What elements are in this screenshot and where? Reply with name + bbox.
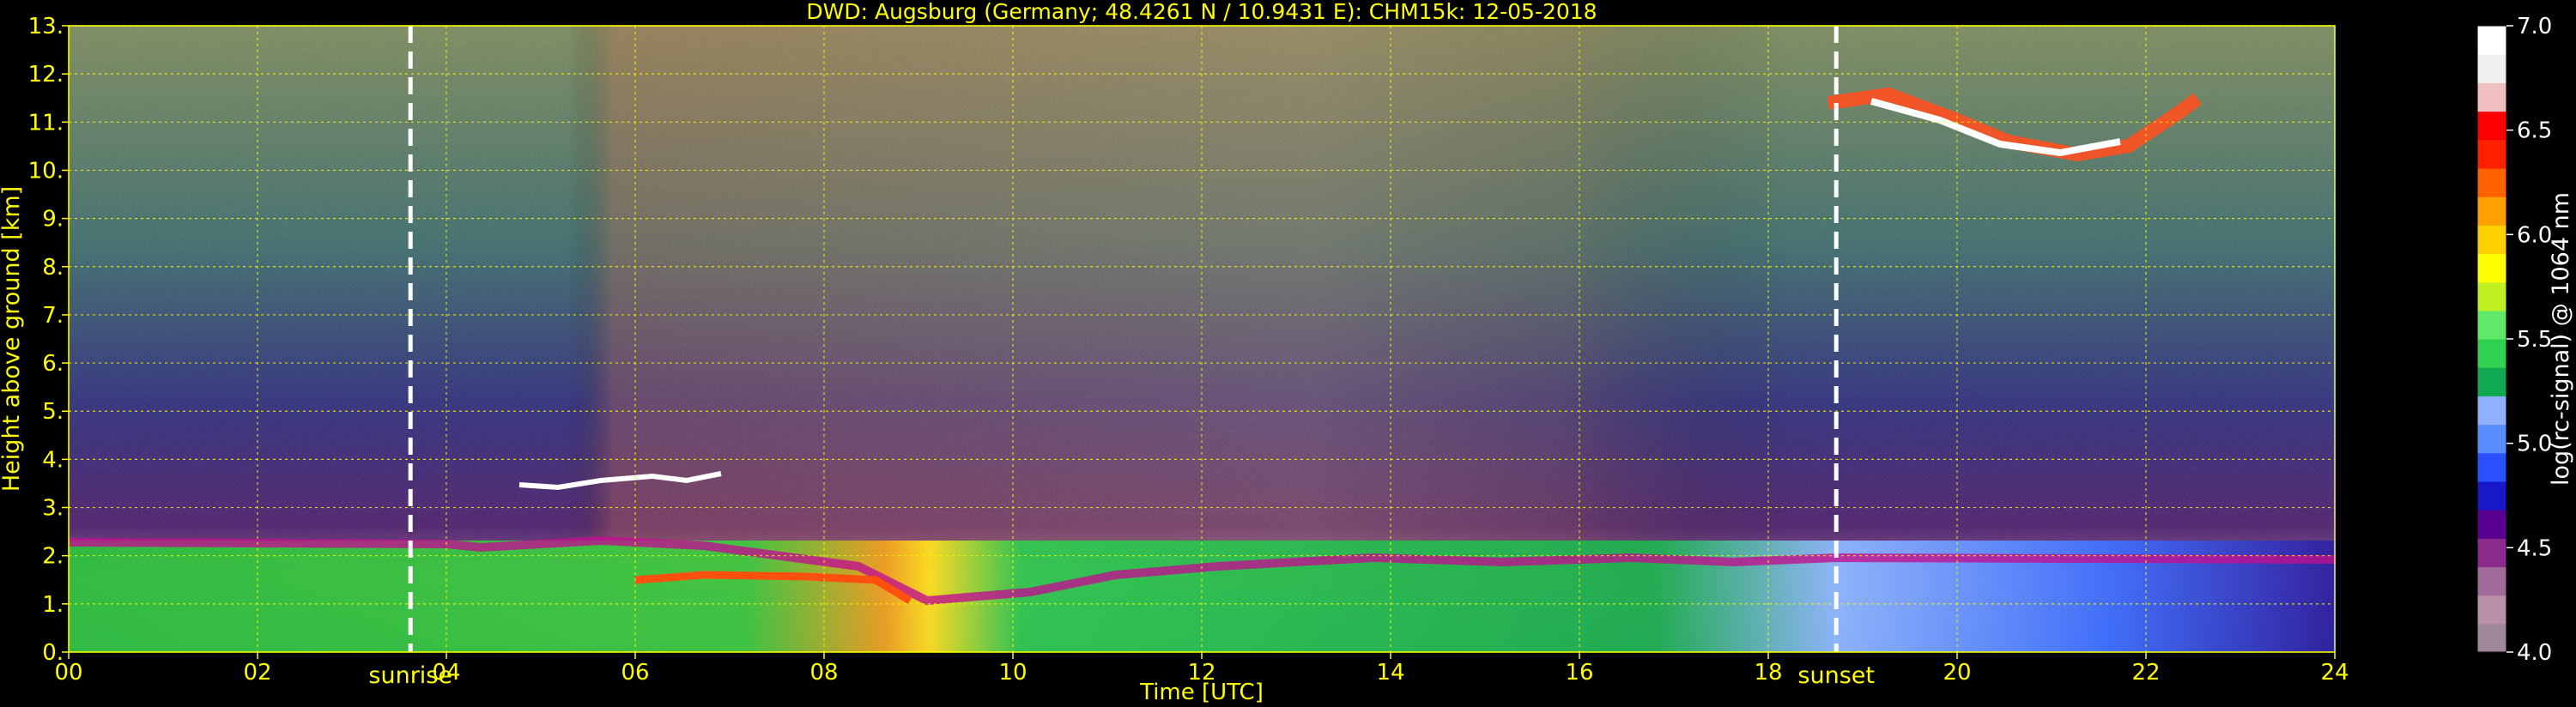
colorbar-label: log(rc-signal) @ 1064 nm xyxy=(2548,192,2574,486)
y-tick-label: 9. xyxy=(42,207,64,233)
y-tick-label: 2. xyxy=(42,544,64,570)
x-tick-label: 06 xyxy=(621,660,649,686)
colorbar-tick-label: 6.5 xyxy=(2517,118,2552,144)
colorbar-segment xyxy=(2477,281,2506,311)
colorbar-segment xyxy=(2477,26,2506,55)
sun-event-label: sunrise xyxy=(368,662,452,689)
colorbar-segment xyxy=(2477,452,2506,482)
y-tick-label: 13. xyxy=(28,14,64,39)
x-tick-label: 20 xyxy=(1943,660,1971,686)
plot-area xyxy=(68,25,2336,653)
colorbar-segment xyxy=(2477,196,2506,226)
chart-title: DWD: Augsburg (Germany; 48.4261 N / 10.9… xyxy=(806,0,1597,24)
x-tick-label: 18 xyxy=(1754,660,1782,686)
colorbar: 4.04.55.05.56.06.57.0 log(rc-signal) @ 1… xyxy=(2476,14,2574,666)
colorbar-segment xyxy=(2477,367,2506,396)
x-tick-label: 16 xyxy=(1565,660,1593,686)
colorbar-segment xyxy=(2477,595,2506,625)
colorbar-segment xyxy=(2477,538,2506,568)
y-tick-label: 11. xyxy=(28,110,64,136)
y-axis-label: Height above ground [km] xyxy=(0,186,25,492)
y-tick-label: 10. xyxy=(28,158,64,184)
sun-event-labels: sunrise sunset xyxy=(368,662,1875,689)
colorbar-segment xyxy=(2477,424,2506,454)
colorbar-segment xyxy=(2477,396,2506,426)
colorbar-segment xyxy=(2477,339,2506,368)
colorbar-segment xyxy=(2477,225,2506,255)
x-axis-label: Time [UTC] xyxy=(1139,680,1264,705)
colorbar-segment xyxy=(2477,566,2506,596)
y-axis-ticks: 0. 1. 2. 3. 4. 5. 6. 7. 8. 9. 10. 11. 12. 13. xyxy=(28,14,69,666)
x-tick-label: 22 xyxy=(2131,660,2160,686)
y-tick-label: 0. xyxy=(42,640,64,666)
colorbar-segment xyxy=(2477,310,2506,340)
colorbar-segment xyxy=(2477,167,2506,197)
ceilometer-chart: DWD: Augsburg (Germany; 48.4261 N / 10.9… xyxy=(0,0,2574,705)
colorbar-tick-label: 7.0 xyxy=(2517,14,2552,39)
x-tick-label: 10 xyxy=(998,660,1027,686)
y-tick-label: 12. xyxy=(28,62,64,88)
colorbar-segment xyxy=(2477,82,2506,112)
x-tick-label: 14 xyxy=(1376,660,1404,686)
colorbar-segments xyxy=(2476,25,2507,653)
y-tick-label: 5. xyxy=(42,399,64,425)
colorbar-segment xyxy=(2477,253,2506,283)
x-tick-label: 24 xyxy=(2320,660,2349,686)
y-tick-label: 1. xyxy=(42,592,64,618)
y-tick-label: 4. xyxy=(42,447,64,473)
colorbar-segment xyxy=(2477,111,2506,141)
colorbar-tick-label: 4.5 xyxy=(2517,535,2552,561)
colorbar-tick-label: 4.0 xyxy=(2517,640,2552,666)
y-tick-label: 6. xyxy=(42,351,64,377)
colorbar-segment xyxy=(2477,54,2506,83)
y-tick-label: 3. xyxy=(42,496,64,522)
sun-event-label: sunset xyxy=(1797,662,1875,689)
colorbar-segment xyxy=(2477,510,2506,539)
x-tick-label: 08 xyxy=(809,660,838,686)
colorbar-ticks: 4.04.55.05.56.06.57.0 xyxy=(2506,14,2552,666)
x-tick-label: 02 xyxy=(243,660,271,686)
colorbar-segment xyxy=(2477,139,2506,169)
y-tick-label: 8. xyxy=(42,255,64,281)
colorbar-segment xyxy=(2477,623,2506,653)
colorbar-segment xyxy=(2477,480,2506,511)
y-tick-label: 7. xyxy=(42,303,64,329)
